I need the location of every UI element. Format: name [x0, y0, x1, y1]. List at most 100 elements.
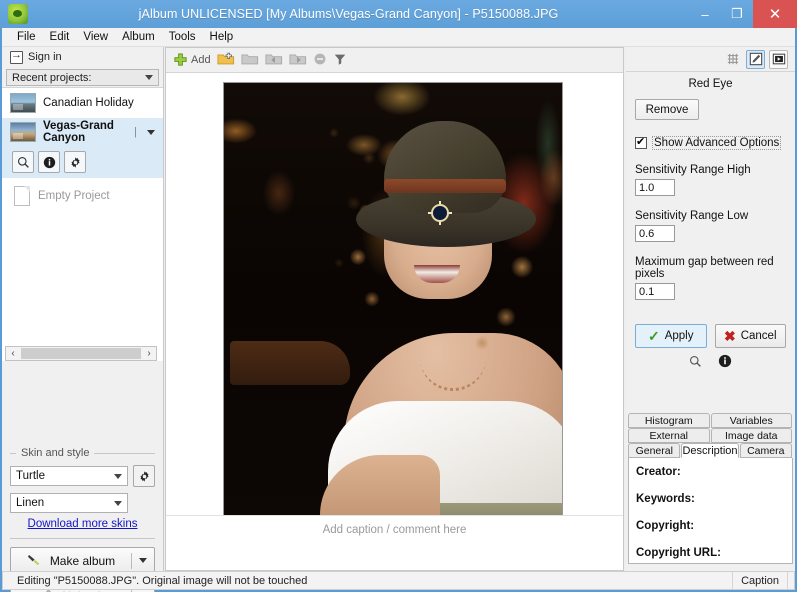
chevron-down-icon [145, 75, 153, 80]
main-toolbar: Add [166, 48, 623, 73]
tab-camera[interactable]: Camera [739, 443, 792, 458]
sensitivity-high-input[interactable]: 1.0 [635, 179, 675, 196]
close-x-icon: ✖ [723, 327, 736, 344]
search-icon[interactable] [689, 355, 702, 371]
tab-general[interactable]: General [628, 443, 681, 458]
tab-row-2: External Image data [628, 428, 793, 443]
chevron-down-icon [139, 558, 147, 563]
add-button[interactable]: Add [173, 52, 211, 68]
panel-footer-icons [635, 354, 786, 371]
style-select[interactable]: Linen [10, 493, 128, 513]
view-mode-toolbar [626, 47, 795, 72]
make-album-label: Make album [49, 553, 116, 568]
checkmark-icon: ✓ [647, 327, 660, 344]
menu-help[interactable]: Help [203, 30, 241, 44]
menu-file[interactable]: File [10, 30, 43, 44]
empty-project-item[interactable]: Empty Project [2, 178, 163, 206]
project-thumbnail [10, 122, 36, 142]
edit-image-icon[interactable] [746, 49, 765, 69]
right-panel: Red Eye Remove Show Advanced Options Sen… [626, 47, 795, 571]
chevron-down-icon[interactable] [147, 129, 155, 135]
show-advanced-options-label: Show Advanced Options [652, 136, 782, 150]
style-row: Linen [2, 487, 163, 513]
slideshow-icon[interactable] [769, 49, 788, 69]
show-advanced-options-checkbox[interactable] [635, 135, 647, 149]
action-buttons: ✓ Apply ✖ Cancel [635, 324, 786, 348]
minimize-icon[interactable]: – [689, 0, 721, 28]
info-icon[interactable] [718, 354, 732, 371]
divider [94, 452, 155, 454]
keywords-label: Keywords: [636, 493, 695, 505]
status-caption-label[interactable]: Caption [732, 572, 788, 589]
redeye-target-icon[interactable] [428, 201, 452, 225]
list-item[interactable]: Canadian Holiday [2, 88, 163, 118]
divider [10, 452, 16, 454]
document-icon [14, 186, 30, 206]
add-label: Add [191, 54, 211, 66]
menu-view[interactable]: View [76, 30, 115, 44]
sign-in-icon [10, 49, 23, 64]
tab-variables[interactable]: Variables [710, 413, 792, 428]
scrollbar-thumb[interactable] [21, 348, 141, 359]
creator-label: Creator: [636, 466, 681, 478]
skin-settings-button[interactable] [133, 465, 155, 487]
status-bar: Editing "P5150088.JPG". Original image w… [2, 571, 795, 590]
panel-title: Red Eye [688, 78, 733, 90]
cancel-label: Cancel [740, 330, 777, 342]
photo-foreground-object [230, 341, 350, 385]
caption-input[interactable]: Add caption / comment here [323, 524, 467, 536]
folder-up-icon[interactable] [241, 51, 259, 69]
sensitivity-low-input[interactable]: 0.6 [635, 225, 675, 242]
scroll-right-icon[interactable]: › [142, 348, 156, 359]
window-title: jAlbum UNLICENSED [My Albums\Vegas-Grand… [138, 7, 559, 21]
copyright-url-label: Copyright URL: [636, 547, 721, 559]
filter-funnel-icon[interactable] [333, 52, 347, 69]
photo-image[interactable] [224, 83, 562, 529]
sign-in-button[interactable]: Sign in [2, 47, 163, 67]
tab-histogram[interactable]: Histogram [628, 413, 710, 428]
chevron-down-icon [114, 500, 122, 506]
copyright-label: Copyright: [636, 520, 695, 532]
apply-button[interactable]: ✓ Apply [635, 324, 707, 348]
grid-view-icon[interactable] [723, 50, 742, 69]
photo-frame[interactable] [223, 82, 563, 530]
skin-legend-label: Skin and style [21, 447, 90, 459]
skin-select[interactable]: Turtle [10, 466, 128, 486]
show-advanced-options-row[interactable]: Show Advanced Options [635, 135, 786, 150]
cancel-button[interactable]: ✖ Cancel [714, 324, 786, 348]
info-icon[interactable] [38, 151, 60, 173]
scroll-left-icon[interactable]: ‹ [6, 348, 20, 359]
menu-album[interactable]: Album [115, 30, 162, 44]
horizontal-scrollbar[interactable]: ‹ › [5, 346, 157, 361]
maximize-icon[interactable]: ❐ [721, 0, 753, 28]
new-folder-icon[interactable] [217, 51, 235, 69]
tab-description[interactable]: Description [681, 443, 739, 458]
folder-forward-icon[interactable] [289, 51, 307, 69]
recent-projects-label: Recent projects: [12, 71, 92, 84]
hammer-icon [27, 552, 44, 570]
tab-external[interactable]: External [628, 428, 710, 443]
tab-image-data[interactable]: Image data [710, 428, 792, 443]
recent-projects-dropdown[interactable]: Recent projects: [6, 69, 159, 86]
max-gap-input[interactable]: 0.1 [635, 283, 675, 300]
jalbum-leaf-icon [8, 4, 28, 24]
remove-button[interactable]: Remove [635, 99, 699, 120]
project-thumbnail [10, 93, 36, 113]
remove-circle-icon[interactable] [313, 52, 327, 69]
list-item[interactable]: Vegas-Grand Canyon | [2, 118, 163, 146]
caption-bar[interactable]: Add caption / comment here [166, 515, 623, 543]
divider [10, 538, 155, 539]
make-album-dropdown[interactable] [132, 558, 154, 563]
menu-tools[interactable]: Tools [162, 30, 203, 44]
download-more-skins-link[interactable]: Download more skins [2, 513, 163, 530]
max-gap-label: Maximum gap between red pixels [635, 256, 774, 280]
description-tab-content: Creator: Keywords: Copyright: Copyright … [628, 458, 793, 564]
gear-icon[interactable] [64, 151, 86, 173]
red-eye-panel: Red Eye Remove Show Advanced Options Sen… [626, 73, 795, 407]
menu-edit[interactable]: Edit [43, 30, 77, 44]
search-icon[interactable] [12, 151, 34, 173]
folder-back-icon[interactable] [265, 51, 283, 69]
make-album-button[interactable]: Make album [10, 547, 155, 574]
image-canvas[interactable]: Add caption / comment here [166, 74, 623, 543]
close-icon[interactable]: ✕ [753, 0, 797, 28]
